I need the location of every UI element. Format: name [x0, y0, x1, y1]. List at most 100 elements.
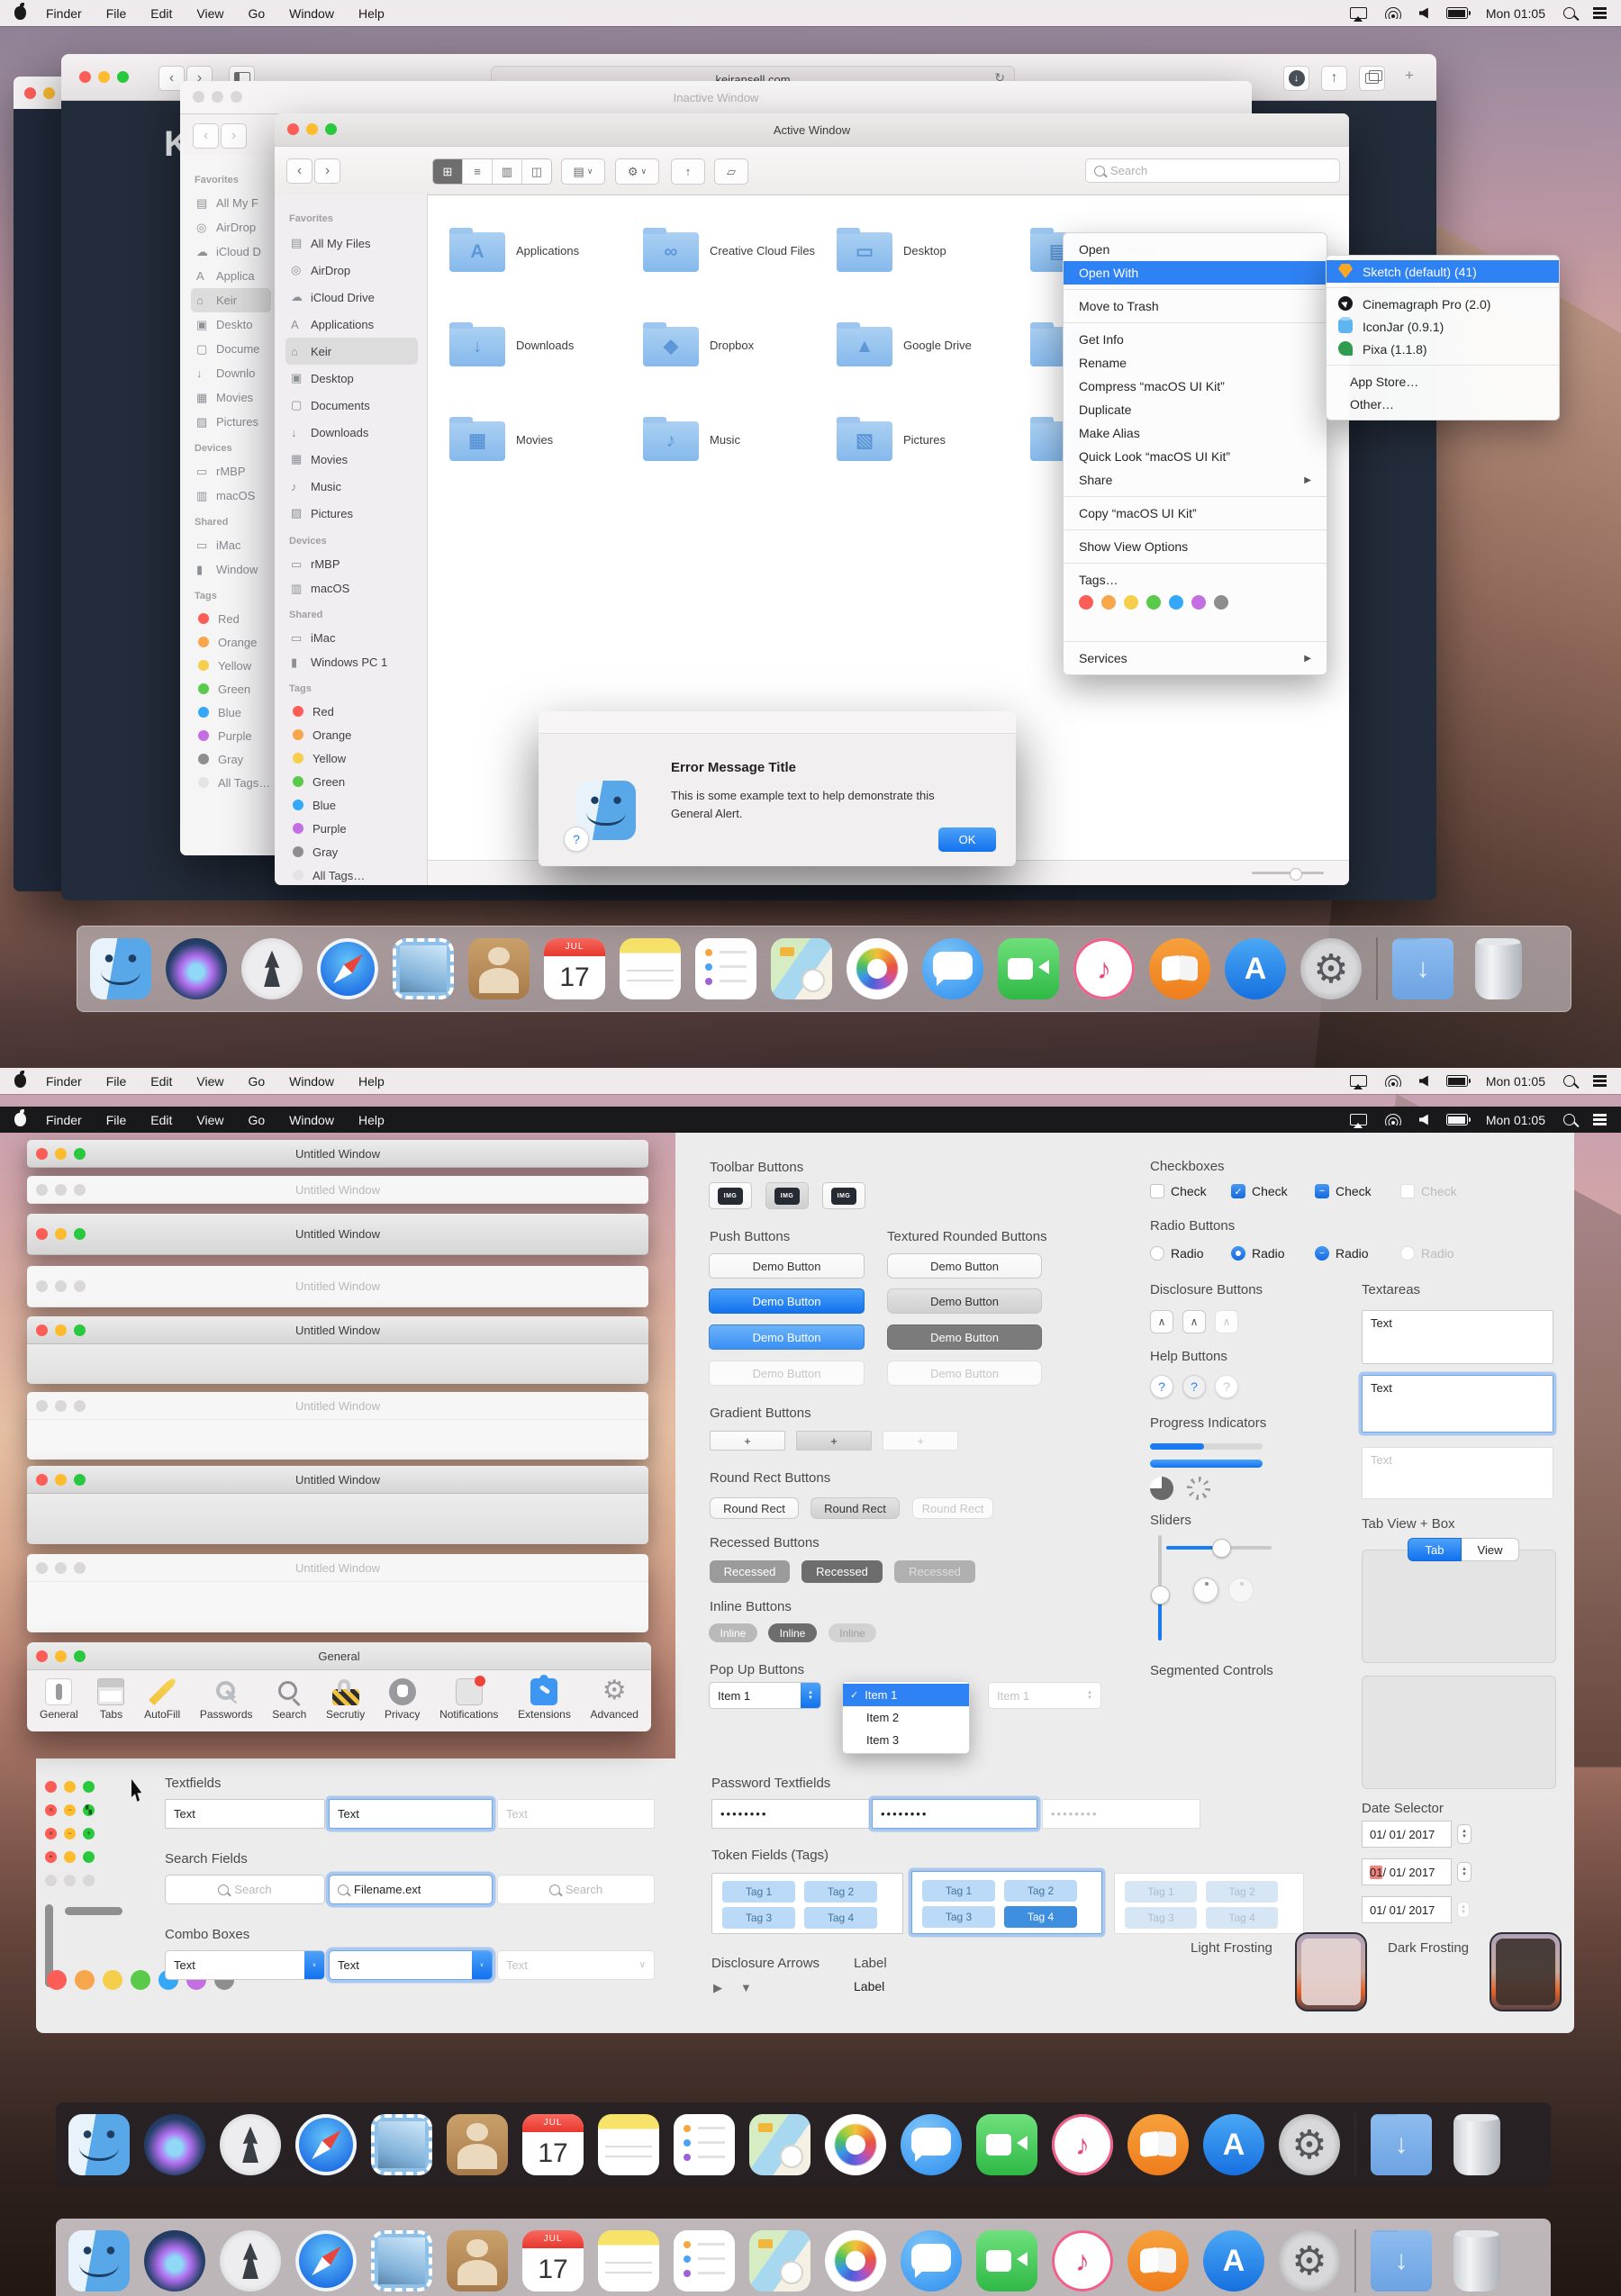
sidebar-tag-item[interactable]: Orange: [285, 723, 418, 746]
sidebar-tag-item[interactable]: Yellow: [191, 654, 271, 677]
menu-item-compress[interactable]: Compress “macOS UI Kit”: [1064, 375, 1327, 398]
sample-window-active-body-2[interactable]: Untitled Window: [27, 1466, 648, 1544]
dock-icon-system-preferences[interactable]: [1300, 938, 1362, 999]
dock-icon-photos[interactable]: [847, 938, 908, 999]
dock-icon-finder[interactable]: [68, 2230, 130, 2291]
checkbox-mixed[interactable]: −Check: [1315, 1184, 1372, 1198]
list-view-icon[interactable]: ≡: [462, 159, 492, 184]
sample-window-inactive-bar[interactable]: Untitled Window: [27, 1176, 648, 1204]
dock-icon-ibooks[interactable]: [1127, 2230, 1189, 2291]
sidebar-item[interactable]: ▣Desktop: [285, 365, 418, 392]
inline-button[interactable]: Inline: [709, 1623, 757, 1642]
menu-bar-item[interactable]: File: [106, 1113, 127, 1127]
token-tag[interactable]: Tag 1: [922, 1880, 995, 1902]
popup-menu-item[interactable]: Item 3: [843, 1729, 969, 1751]
airplay-icon[interactable]: [1350, 7, 1367, 19]
gradient-button-disabled[interactable]: +: [883, 1431, 958, 1451]
menu-item-tags[interactable]: Tags…: [1064, 568, 1327, 592]
tag-color-dot[interactable]: [131, 1970, 150, 1990]
grid-view-icon[interactable]: ⊞: [433, 159, 462, 184]
menu-item-move-to-trash[interactable]: Move to Trash: [1064, 294, 1327, 318]
sample-window-inactive-body-2[interactable]: Untitled Window: [27, 1554, 648, 1632]
disclosure-arrow-collapsed[interactable]: ▶: [713, 1981, 722, 1995]
vertical-slider[interactable]: [1158, 1535, 1162, 1641]
preferences-toolbar-item[interactable]: Tabs: [92, 1675, 130, 1724]
checkbox-checked[interactable]: ✓Check: [1231, 1184, 1288, 1198]
combo-box-disabled[interactable]: Text∨: [497, 1950, 655, 1980]
sidebar-item[interactable]: ▥macOS: [285, 576, 418, 601]
icon-size-slider[interactable]: [1252, 872, 1324, 874]
search-field[interactable]: Search: [1085, 158, 1340, 183]
dock-icon-trash[interactable]: [1475, 938, 1522, 999]
token-field-focused[interactable]: Tag 1 Tag 2 Tag 3 Tag 4: [911, 1871, 1102, 1934]
folder-item[interactable]: ∞Creative Cloud Files: [643, 204, 837, 299]
sidebar-item[interactable]: ⌂Keir: [191, 288, 271, 312]
tag-color-dot[interactable]: [1214, 595, 1228, 610]
submenu-item-sketch[interactable]: Sketch (default) (41): [1327, 260, 1559, 283]
preferences-toolbar-item[interactable]: Search: [267, 1675, 312, 1724]
sidebar-item[interactable]: ▣Deskto: [191, 312, 271, 337]
battery-icon[interactable]: [1446, 7, 1468, 19]
sidebar-tag-item[interactable]: Green: [191, 677, 271, 701]
token-tag[interactable]: Tag 3: [922, 1906, 995, 1928]
dock-icon-reminders[interactable]: [674, 2230, 735, 2291]
dock-icon-notes[interactable]: [620, 938, 681, 999]
dock-icon-reminders[interactable]: [674, 2114, 735, 2175]
search-field-disabled[interactable]: Search: [497, 1875, 655, 1904]
sidebar-tag-item[interactable]: Orange: [191, 630, 271, 654]
dock-icon-messages[interactable]: [901, 2114, 962, 2175]
menu-bar-item[interactable]: Go: [248, 1113, 265, 1127]
popup-menu-item-selected[interactable]: ✓Item 1: [843, 1684, 969, 1706]
token-field-disabled[interactable]: Tag 1 Tag 2 Tag 3 Tag 4: [1114, 1873, 1304, 1934]
toolbar-button[interactable]: IMG: [822, 1182, 865, 1209]
circular-slider[interactable]: [1193, 1577, 1218, 1603]
submenu-item-other[interactable]: Other…: [1327, 393, 1559, 415]
date-stepper-disabled[interactable]: ▲▼: [1457, 1902, 1470, 1918]
dock-icon-appstore[interactable]: [1203, 2114, 1264, 2175]
password-field-disabled[interactable]: ••••••••: [1042, 1799, 1200, 1829]
dock-icon-contacts[interactable]: [447, 2114, 508, 2175]
folder-item[interactable]: ▦Movies: [449, 393, 643, 488]
help-button[interactable]: ?: [1150, 1375, 1173, 1398]
dock-icon-contacts[interactable]: [447, 2230, 508, 2291]
ok-button[interactable]: OK: [938, 827, 996, 852]
preferences-toolbar-item[interactable]: Notifications: [434, 1675, 503, 1724]
menu-bar-item[interactable]: View: [196, 1074, 223, 1089]
sidebar-item[interactable]: ▮Windows PC 1: [285, 650, 418, 674]
dock-icon-trash[interactable]: [1453, 2114, 1500, 2175]
safari-traffic-lights[interactable]: [79, 71, 129, 83]
tab-button-selected[interactable]: Tab: [1408, 1538, 1462, 1561]
menu-bar-item[interactable]: Help: [358, 1074, 385, 1089]
menu-bar-item[interactable]: File: [106, 6, 127, 21]
toolbar-button[interactable]: IMG: [709, 1182, 752, 1209]
sidebar-item[interactable]: ▥macOS: [191, 484, 271, 508]
menu-bar-item[interactable]: Edit: [150, 1113, 172, 1127]
sidebar-tag-item[interactable]: Red: [285, 700, 418, 723]
airplay-icon[interactable]: [1350, 1114, 1367, 1125]
menu-bar-item[interactable]: Go: [248, 6, 265, 21]
sidebar-item[interactable]: ▤All My Files: [285, 230, 418, 257]
textfield-focused[interactable]: Text: [329, 1799, 493, 1829]
textarea[interactable]: Text: [1362, 1310, 1553, 1364]
radio-unselected[interactable]: Radio: [1150, 1246, 1204, 1261]
password-field-focused[interactable]: ••••••••: [872, 1799, 1037, 1829]
traffic-lights-normal[interactable]: [45, 1781, 95, 1793]
menu-item-copy[interactable]: Copy “macOS UI Kit”: [1064, 502, 1327, 525]
submenu-item-app-store[interactable]: App Store…: [1327, 370, 1559, 393]
sidebar-tag-item[interactable]: All Tags…: [191, 771, 271, 794]
sidebar-item[interactable]: ☁iCloud Drive: [285, 284, 418, 311]
spotlight-search-icon[interactable]: [1563, 1114, 1575, 1125]
menu-item-rename[interactable]: Rename: [1064, 351, 1327, 375]
menu-bar-item[interactable]: Finder: [46, 1074, 82, 1089]
sidebar-item[interactable]: ▨Pictures: [285, 500, 418, 527]
gradient-button-pressed[interactable]: +: [796, 1431, 872, 1451]
dock-icon-itunes[interactable]: [1052, 2114, 1113, 2175]
dock-icon-trash[interactable]: [1453, 2230, 1500, 2291]
sidebar-tag-item[interactable]: All Tags…: [285, 863, 418, 885]
sidebar-item[interactable]: ▤All My F: [191, 191, 271, 215]
battery-icon[interactable]: [1446, 1114, 1468, 1125]
token-tag[interactable]: Tag 4: [804, 1907, 877, 1929]
gradient-button[interactable]: +: [710, 1431, 785, 1451]
sample-window-inactive-body[interactable]: Untitled Window: [27, 1392, 648, 1460]
sample-window-active-tall[interactable]: Untitled Window: [27, 1214, 648, 1255]
